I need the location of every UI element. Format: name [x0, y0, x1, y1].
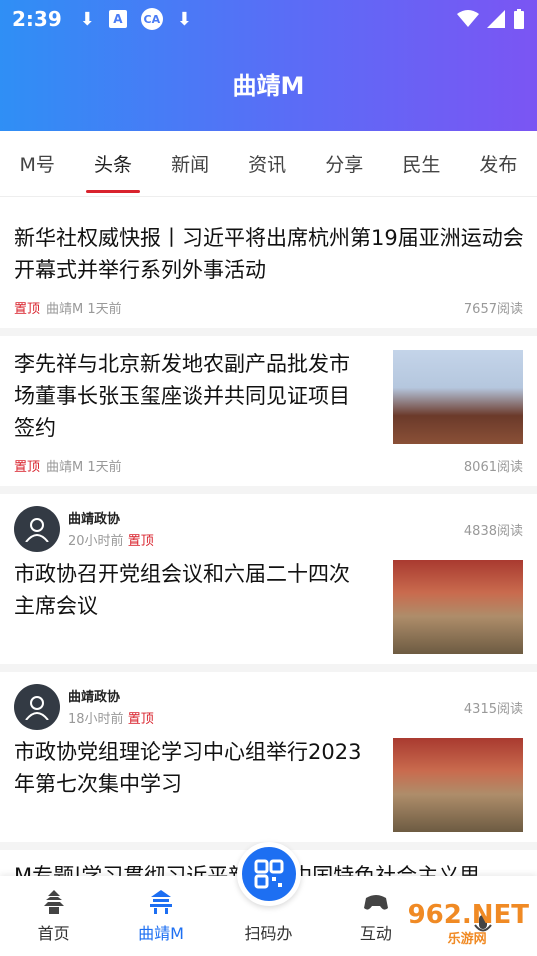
wifi-icon: [457, 10, 479, 27]
news-time: 1天前: [87, 460, 122, 475]
download-icon-2: ⬇: [176, 8, 192, 30]
watermark-sub: 乐游网: [447, 932, 487, 947]
news-thumbnail: [393, 560, 523, 654]
news-time: 1天前: [87, 302, 122, 317]
pinned-badge: 置顶: [127, 712, 154, 727]
news-meta: 18小时前 置顶: [68, 708, 160, 727]
news-item[interactable]: 曲靖政协 20小时前 置顶 4838阅读 市政协召开党组会议和六届二十四次主席会…: [0, 494, 537, 672]
author-name[interactable]: 曲靖政协: [68, 686, 120, 705]
news-time: 18小时前: [68, 712, 124, 727]
tab-livelihood[interactable]: 民生: [398, 150, 444, 177]
news-thumbnail: [393, 738, 523, 832]
author-name[interactable]: 曲靖政协: [68, 508, 120, 527]
tab-toutiao[interactable]: 头条: [85, 150, 141, 193]
nav-scan-label: 扫码办: [244, 924, 293, 943]
news-title: 市政协党组理论学习中心组举行2023年第七次集中学习: [14, 740, 362, 796]
app-ca-icon: CA: [140, 8, 163, 30]
watermark-logo: 962.NET 乐游网: [407, 900, 529, 947]
tab-news[interactable]: 新闻: [167, 150, 213, 177]
pinned-badge: 置顶: [127, 534, 154, 549]
news-item[interactable]: 李先祥与北京新发地农副产品批发市场董事长张玉玺座谈并共同见证项目签约 置顶 曲靖M…: [0, 336, 537, 494]
status-time: 2:39: [12, 7, 62, 31]
signal-icon: [487, 10, 505, 28]
pagoda-icon: [43, 890, 64, 914]
pavilion-icon: [150, 890, 173, 914]
read-count: 4838阅读: [463, 524, 523, 539]
user-icon: [25, 518, 49, 542]
news-meta: 置顶 曲靖M 1天前: [14, 298, 122, 317]
pinned-badge: 置顶: [14, 302, 41, 317]
news-title: 新华社权威快报丨习近平将出席杭州第19届亚洲运动会开幕式并举行系列外事活动: [14, 226, 524, 282]
channel-tabs: M号 头条 新闻 资讯 分享 民生 发布: [0, 131, 537, 197]
scan-button[interactable]: [237, 842, 301, 906]
read-count: 8061阅读: [463, 460, 523, 475]
pinned-badge: 置顶: [14, 460, 41, 475]
news-meta: 置顶 曲靖M 1天前: [14, 456, 122, 475]
tab-share[interactable]: 分享: [321, 150, 367, 177]
news-source: 曲靖M: [46, 302, 84, 317]
app-a-icon: A: [108, 10, 127, 28]
watermark-main: 962.NET: [407, 900, 529, 930]
news-source: 曲靖M: [46, 460, 84, 475]
nav-qujing[interactable]: 曲靖M: [116, 888, 206, 944]
download-icon: ⬇: [79, 8, 95, 30]
gamepad-icon: [363, 895, 388, 910]
nav-home-label: 首页: [37, 924, 70, 943]
author-avatar[interactable]: [14, 506, 60, 552]
read-count: 7657阅读: [463, 302, 523, 317]
nav-home[interactable]: 首页: [9, 888, 99, 944]
tab-info[interactable]: 资讯: [244, 150, 290, 177]
tab-m-hao[interactable]: M号: [16, 150, 59, 177]
news-item[interactable]: 曲靖政协 18小时前 置顶 4315阅读 市政协党组理论学习中心组举行2023年…: [0, 672, 537, 850]
news-thumbnail: [393, 350, 523, 444]
news-meta: 20小时前 置顶: [68, 530, 160, 549]
user-icon: [25, 696, 49, 720]
news-item[interactable]: 新华社权威快报丨习近平将出席杭州第19届亚洲运动会开幕式并举行系列外事活动 置顶…: [0, 198, 537, 336]
nav-qujing-label: 曲靖M: [138, 924, 184, 943]
status-bar: 2:39 ⬇ A CA ⬇: [0, 0, 537, 38]
author-avatar[interactable]: [14, 684, 60, 730]
tab-publish[interactable]: 发布: [475, 150, 521, 177]
news-title: 李先祥与北京新发地农副产品批发市场董事长张玉玺座谈并共同见证项目签约: [14, 352, 350, 440]
app-header: 2:39 ⬇ A CA ⬇ 曲靖M: [0, 0, 537, 131]
nav-interact-label: 互动: [359, 924, 392, 943]
news-time: 20小时前: [68, 534, 124, 549]
battery-icon: [514, 9, 524, 29]
qr-scan-icon: [254, 859, 284, 889]
news-title: 市政协召开党组会议和六届二十四次主席会议: [14, 562, 350, 618]
page-title: 曲靖M: [232, 72, 305, 100]
read-count: 4315阅读: [463, 702, 523, 717]
